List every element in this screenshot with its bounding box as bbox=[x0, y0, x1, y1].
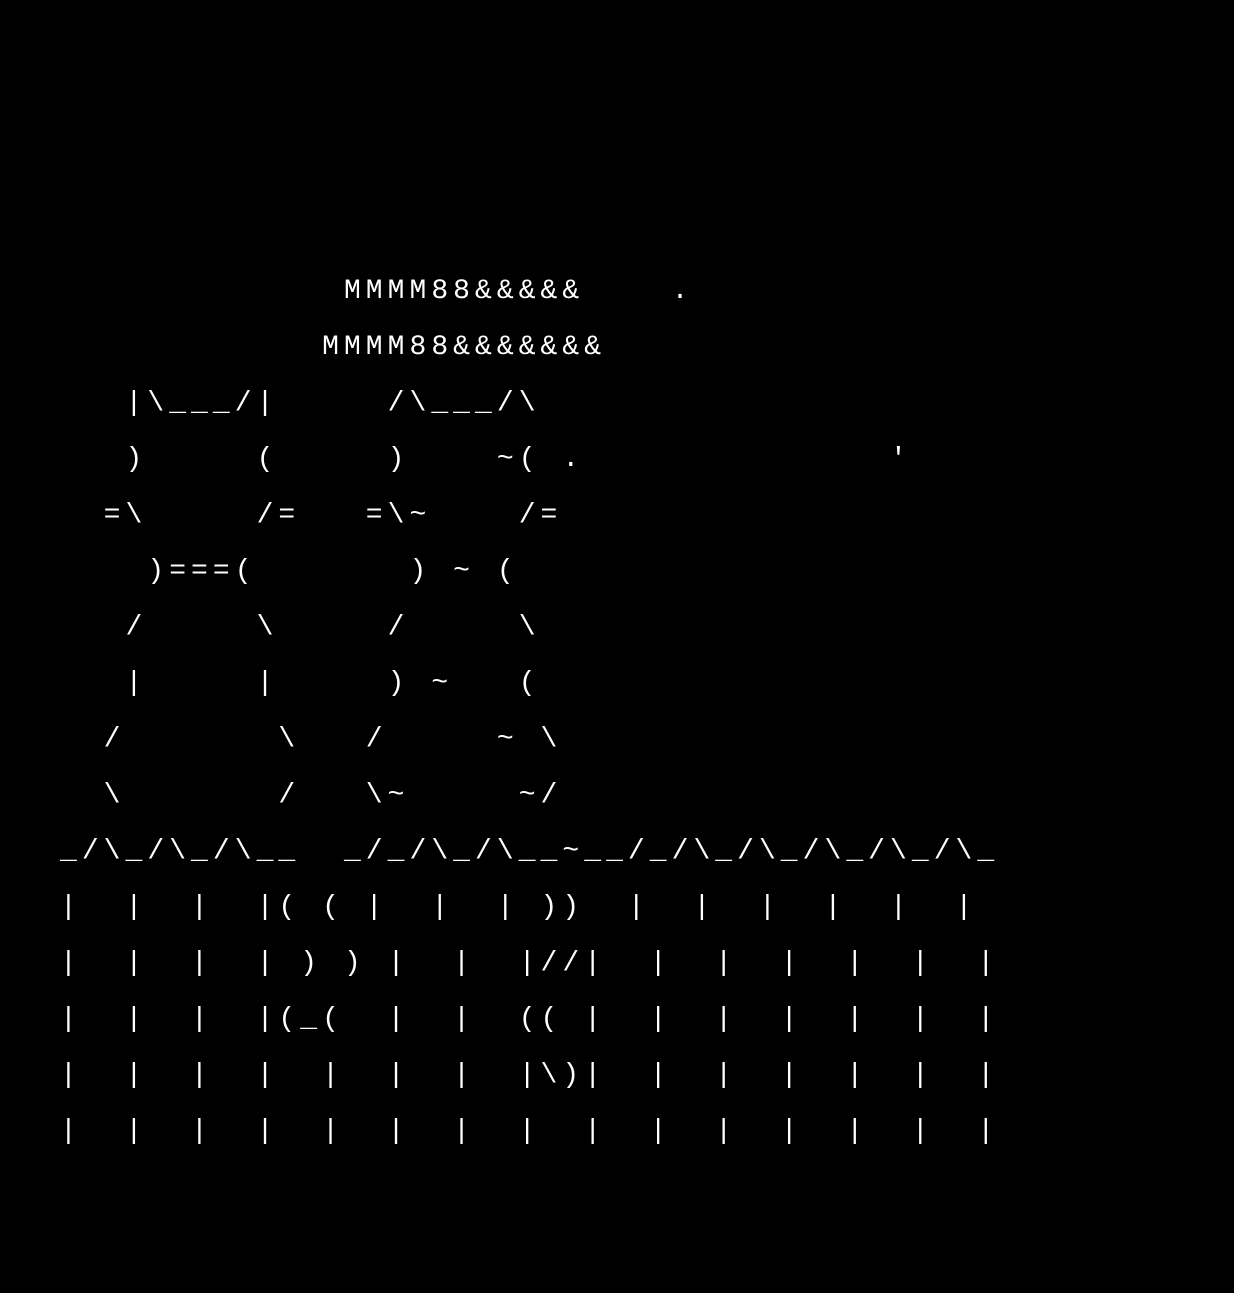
ascii-art-cats-on-fence: MMMM88&&&&& . MMMM88&&&&&&& |\___/| /\__… bbox=[0, 0, 1234, 1160]
